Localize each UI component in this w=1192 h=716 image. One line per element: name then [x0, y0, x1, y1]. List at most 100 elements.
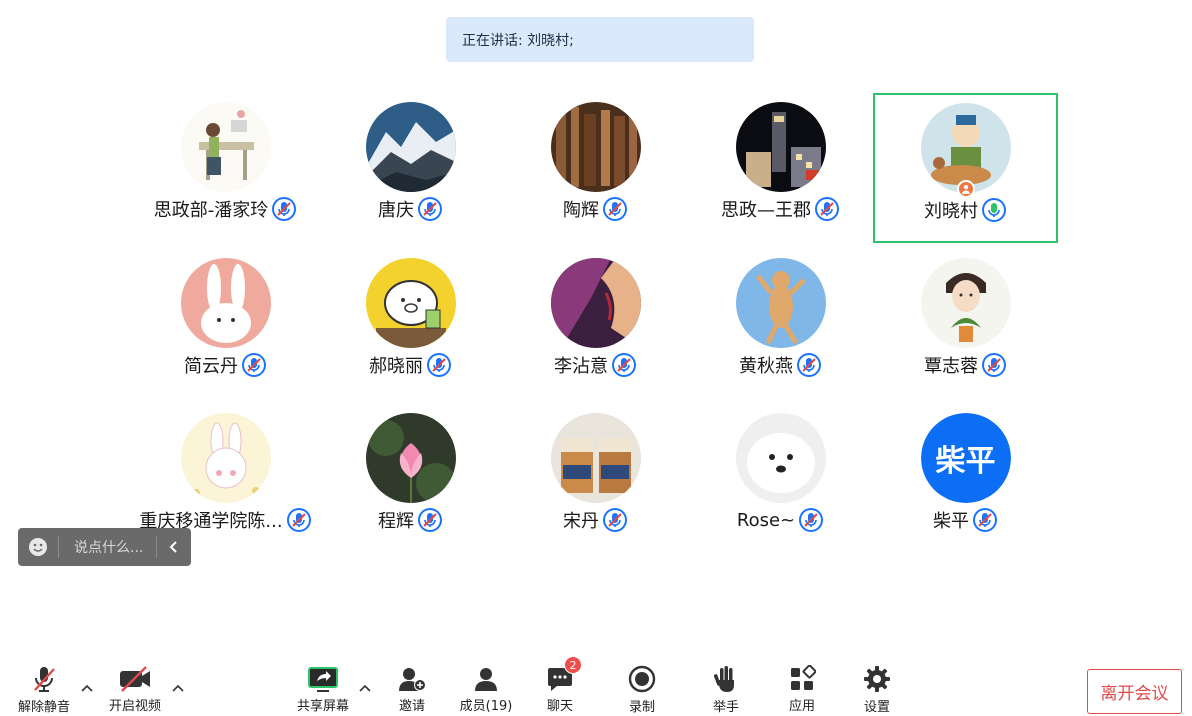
mic-muted-icon	[417, 507, 443, 533]
avatar	[550, 102, 641, 192]
avatar	[180, 413, 271, 503]
invite-button[interactable]: 邀请	[392, 664, 432, 714]
settings-button[interactable]: 设置	[857, 664, 897, 715]
video-off-icon	[117, 664, 153, 693]
users-icon	[468, 664, 504, 693]
mic-speaking-icon	[981, 197, 1007, 223]
participant-tile[interactable]: 唐庆	[318, 94, 503, 244]
meeting-toolbar: 解除静音 开启视频 共享屏幕 邀请 成员(19) 2 聊天 录制 举手 应用 设…	[0, 656, 1192, 716]
chevron-up-icon[interactable]	[357, 680, 373, 696]
avatar	[735, 413, 826, 503]
avatar	[180, 258, 271, 348]
participant-tile[interactable]: Rose~	[688, 405, 873, 555]
avatar	[920, 258, 1011, 348]
participant-name: 宋丹	[563, 511, 599, 532]
mic-muted-icon	[814, 196, 840, 222]
avatar	[550, 413, 641, 503]
participant-tile[interactable]: 柴平 柴平	[873, 405, 1058, 555]
participant-name: 李沾意	[554, 356, 608, 377]
leave-meeting-label: 离开会议	[1100, 684, 1169, 704]
invite-label: 邀请	[398, 699, 425, 714]
unmute-button[interactable]: 解除静音	[14, 664, 74, 715]
add-user-icon	[394, 664, 430, 693]
avatar	[365, 258, 456, 348]
gear-icon	[859, 664, 895, 694]
participant-name: 郝晓丽	[369, 356, 423, 377]
leave-meeting-button[interactable]: 离开会议	[1087, 669, 1182, 714]
participant-tile[interactable]: 黄秋燕	[688, 250, 873, 400]
participant-name: 唐庆	[378, 200, 414, 221]
mic-muted-icon	[417, 196, 443, 222]
mic-muted-icon	[602, 196, 628, 222]
chat-icon: 2	[542, 656, 582, 693]
avatar	[365, 413, 456, 503]
mic-off-icon	[26, 664, 62, 694]
share-screen-icon	[305, 664, 341, 693]
apps-button[interactable]: 应用	[782, 664, 822, 714]
settings-label: 设置	[863, 700, 890, 715]
participant-name: 思政部-潘家玲	[153, 200, 269, 221]
mic-muted-icon	[271, 196, 297, 222]
chat-input-placeholder[interactable]: 说点什么...	[59, 537, 156, 557]
unread-badge: 2	[564, 656, 582, 674]
apps-icon	[784, 664, 820, 693]
mic-muted-icon	[981, 352, 1007, 378]
record-label: 录制	[628, 700, 655, 715]
raise-hand-label: 举手	[712, 700, 739, 715]
avatar	[735, 258, 826, 348]
mic-muted-icon	[972, 507, 998, 533]
participant-tile[interactable]: 简云丹	[133, 250, 318, 400]
mic-muted-icon	[611, 352, 637, 378]
chevron-up-icon[interactable]	[79, 680, 95, 696]
share-screen-label: 共享屏幕	[296, 699, 349, 714]
mic-muted-icon	[241, 352, 267, 378]
share-screen-button[interactable]: 共享屏幕	[292, 664, 354, 714]
mic-muted-icon	[286, 507, 312, 533]
unmute-label: 解除静音	[17, 700, 70, 715]
participant-name: 陶辉	[563, 200, 599, 221]
chat-label: 聊天	[546, 699, 573, 714]
avatar-initials: 柴平	[920, 413, 1011, 503]
participant-tile[interactable]: 思政—王郡	[688, 94, 873, 244]
start-video-button[interactable]: 开启视频	[104, 664, 166, 714]
participant-tile-active-speaker[interactable]: 刘晓村	[873, 93, 1058, 243]
start-video-label: 开启视频	[108, 699, 161, 714]
participant-name: 黄秋燕	[739, 356, 793, 377]
record-icon	[624, 664, 660, 694]
raise-hand-button[interactable]: 举手	[706, 664, 746, 715]
mic-muted-icon	[796, 352, 822, 378]
emoji-icon[interactable]	[18, 528, 58, 566]
apps-label: 应用	[788, 699, 815, 714]
participant-tile[interactable]: 郝晓丽	[318, 250, 503, 400]
participant-tile[interactable]: 李沾意	[503, 250, 688, 400]
participant-tile[interactable]: 程辉	[318, 405, 503, 555]
chat-button[interactable]: 2 聊天	[540, 656, 582, 714]
members-button[interactable]: 成员(19)	[456, 664, 516, 714]
avatar	[735, 102, 826, 192]
mic-muted-icon	[602, 507, 628, 533]
participant-grid: 思政部-潘家玲 唐庆 陶辉 思政—王郡 刘晓村 简云丹 郝晓丽 李沾意 黄秋燕 …	[0, 0, 1192, 560]
chat-quick-input[interactable]: 说点什么...	[18, 528, 191, 566]
members-label: 成员(19)	[459, 699, 513, 714]
mic-muted-icon	[798, 507, 824, 533]
avatar	[550, 258, 641, 348]
participant-tile[interactable]: 宋丹	[503, 405, 688, 555]
participant-name: 简云丹	[184, 356, 238, 377]
participant-name: 覃志蓉	[924, 356, 978, 377]
avatar	[365, 102, 456, 192]
record-button[interactable]: 录制	[622, 664, 662, 715]
participant-name: 思政—王郡	[721, 200, 811, 221]
participant-name: Rose~	[736, 509, 796, 531]
participant-tile[interactable]: 陶辉	[503, 94, 688, 244]
avatar: 柴平	[920, 413, 1011, 503]
host-icon	[956, 180, 975, 198]
participant-name: 程辉	[378, 511, 414, 532]
participant-name: 柴平	[933, 511, 969, 532]
participant-tile[interactable]: 覃志蓉	[873, 250, 1058, 400]
participant-name: 刘晓村	[924, 201, 978, 222]
participant-tile[interactable]: 思政部-潘家玲	[133, 94, 318, 244]
chevron-left-icon[interactable]	[157, 528, 191, 566]
hand-icon	[708, 664, 744, 694]
chevron-up-icon[interactable]	[170, 680, 186, 696]
mic-muted-icon	[426, 352, 452, 378]
